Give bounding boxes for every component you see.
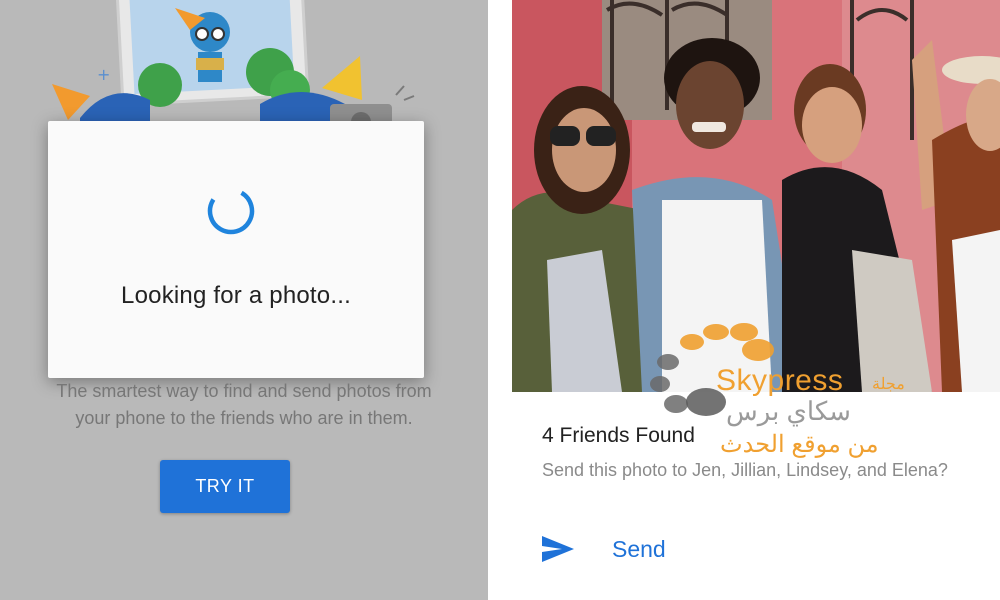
watermark-brand: Skypress: [716, 364, 844, 397]
left-screen: + Looking for a photo... The smartest wa…: [0, 0, 488, 600]
tagline-line-1: The smartest way to find and send photos…: [56, 381, 432, 401]
tagline: The smartest way to find and send photos…: [0, 378, 488, 432]
header-illustration: +: [52, 0, 415, 140]
tagline-line-2: your phone to the friends who are in the…: [75, 408, 413, 428]
watermark-arabic-small: مجلة: [872, 376, 905, 393]
svg-text:+: +: [97, 65, 110, 84]
loading-dialog: [48, 121, 424, 378]
spinner-icon: [207, 187, 255, 235]
watermark-arabic-name: سكاي برس: [726, 396, 851, 426]
try-it-button[interactable]: TRY IT: [160, 460, 290, 513]
watermark-arabic-slogan: من موقع الحدث: [720, 431, 879, 458]
friends-found-title: 4 Friends Found: [542, 424, 695, 447]
send-button[interactable]: Send: [540, 528, 740, 570]
send-label: Send: [612, 535, 666, 562]
send-arrow-icon: [542, 536, 574, 562]
right-screen: 4 Friends Found Send this photo to Jen, …: [512, 0, 1000, 600]
friends-found-subtitle: Send this photo to Jen, Jillian, Lindsey…: [542, 460, 948, 480]
loading-message: Looking for a photo...: [121, 282, 351, 309]
screen-divider: [488, 0, 512, 600]
yellow-triangle-decor: [322, 56, 362, 100]
group-photo: [512, 0, 1000, 392]
